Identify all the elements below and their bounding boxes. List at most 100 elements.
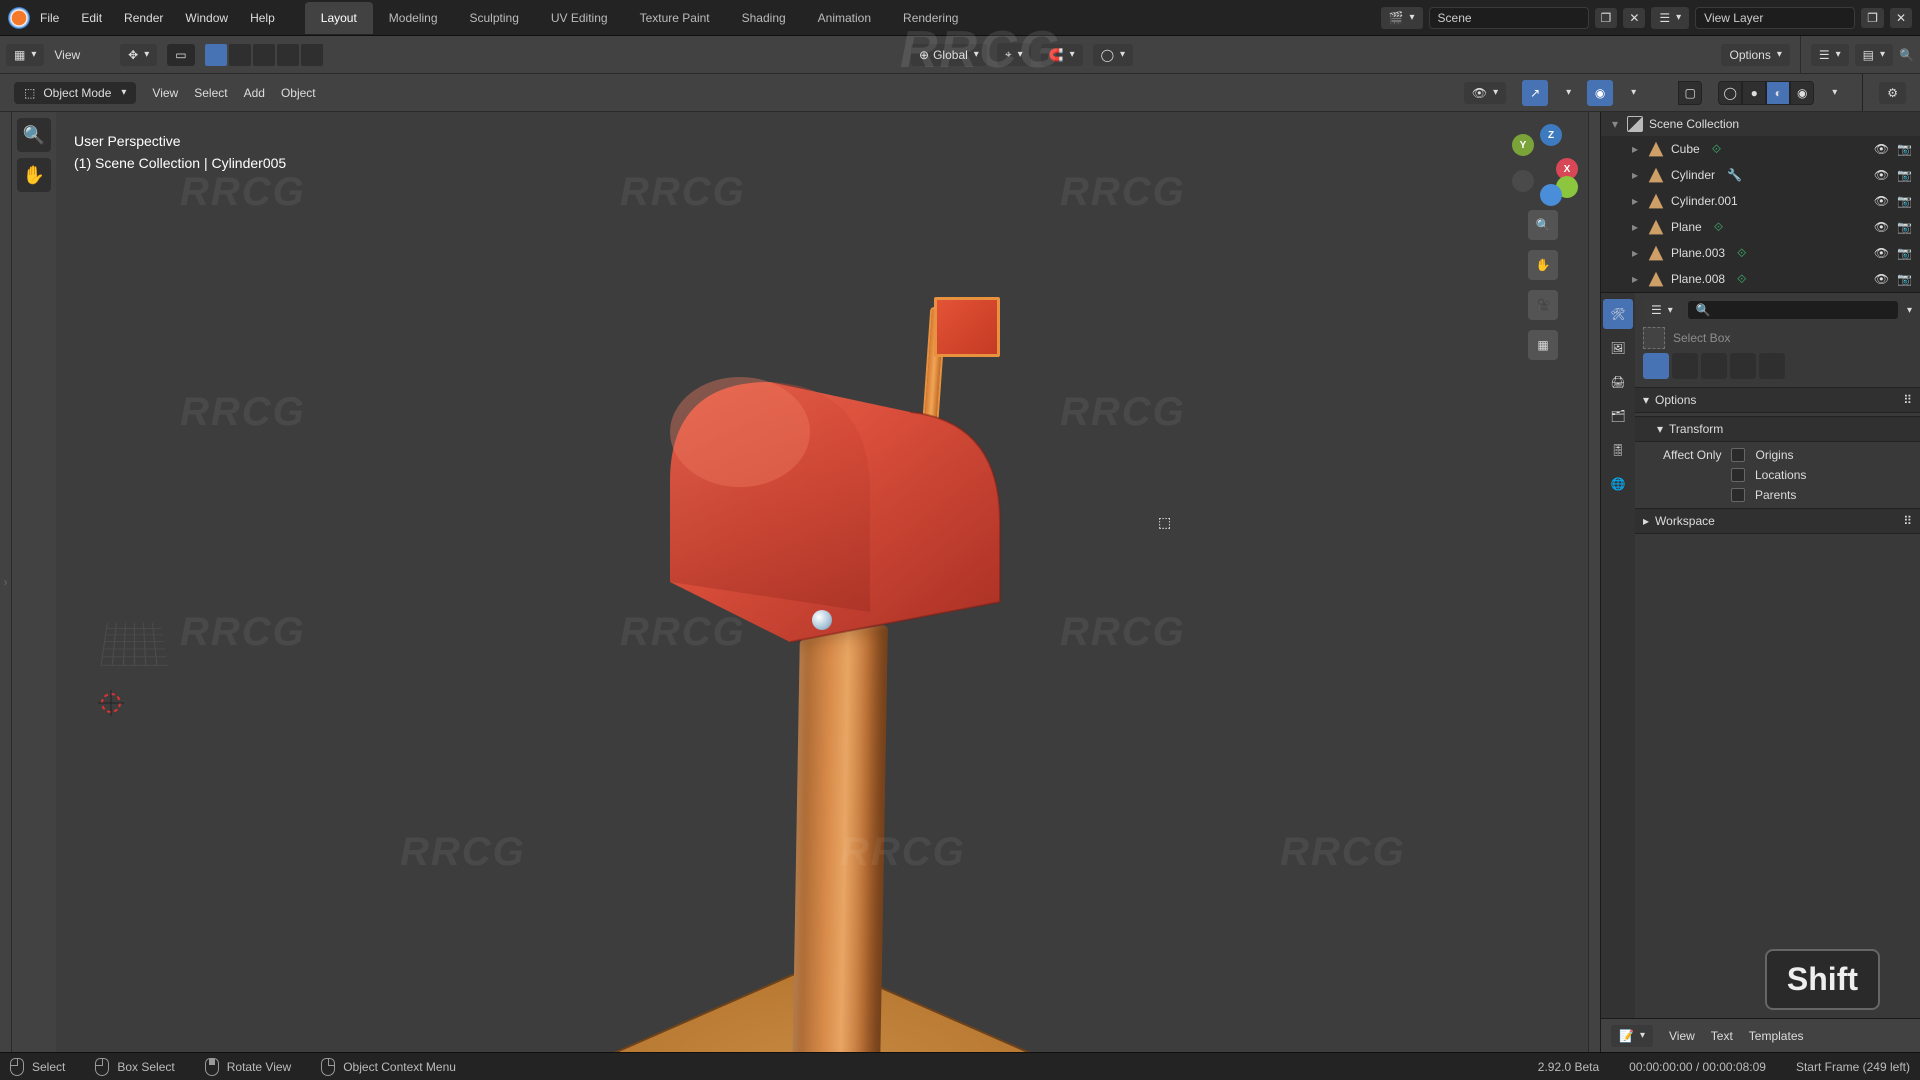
ptab-render[interactable]: 🖼 (1603, 333, 1633, 363)
options-section[interactable]: ▾Options⠿ (1635, 387, 1920, 413)
camera-icon[interactable]: 📷 (1897, 272, 1912, 286)
shading-wireframe[interactable]: ◯ (1718, 81, 1742, 105)
texteditor-type-button[interactable]: 📝▾ (1611, 1025, 1653, 1047)
menu-file[interactable]: File (40, 11, 59, 25)
outliner-item-plane[interactable]: ▸ Plane ⟐ 👁📷 (1601, 214, 1920, 240)
tab-uvediting[interactable]: UV Editing (535, 2, 624, 34)
tab-modeling[interactable]: Modeling (373, 2, 454, 34)
delete-viewlayer-button[interactable]: ✕ (1890, 8, 1912, 28)
camera-gizmo[interactable]: 🎥 (1528, 290, 1558, 320)
disclose-icon[interactable]: ▾ (1609, 117, 1621, 131)
viewport-menu-add[interactable]: Add (244, 86, 265, 100)
texteditor-menu-templates[interactable]: Templates (1749, 1029, 1804, 1043)
tab-texturepaint[interactable]: Texture Paint (624, 2, 726, 34)
scene-name-input[interactable]: Scene (1429, 7, 1589, 29)
gizmo-toggle[interactable]: ↗ (1522, 80, 1548, 106)
left-expand-handle[interactable]: › (0, 112, 12, 1052)
outliner-root[interactable]: ▾ Scene Collection (1601, 112, 1920, 136)
ptab-viewlayer[interactable]: 🗂 (1603, 401, 1633, 431)
xray-toggle[interactable]: ▢ (1678, 81, 1702, 105)
viewport-menu-object[interactable]: Object (281, 86, 316, 100)
texteditor-menu-view[interactable]: View (1669, 1029, 1695, 1043)
select-intersect-button[interactable] (301, 44, 323, 66)
eye-icon[interactable]: 👁 (1874, 246, 1889, 260)
header-view-menu[interactable]: View (54, 48, 80, 62)
proportional-edit-toggle[interactable]: ◯▾ (1093, 44, 1133, 66)
tool-zoom[interactable]: 🔍 (17, 118, 51, 152)
select-invert-button[interactable] (277, 44, 299, 66)
selmode-subtract[interactable] (1701, 353, 1727, 379)
editor-type-button[interactable]: ▦▾ (6, 44, 44, 66)
outliner-editor-type[interactable]: ☰▾ (1811, 44, 1849, 66)
menu-help[interactable]: Help (250, 11, 275, 25)
mode-selector[interactable]: ⬚ Object Mode ▾ (14, 82, 136, 104)
ptab-world[interactable]: 🌐 (1603, 469, 1633, 499)
delete-scene-button[interactable]: ✕ (1623, 8, 1645, 28)
menu-edit[interactable]: Edit (81, 11, 102, 25)
viewport-menu-select[interactable]: Select (194, 86, 227, 100)
viewlayer-name-input[interactable]: View Layer (1695, 7, 1855, 29)
zoom-gizmo[interactable]: 🔍 (1528, 210, 1558, 240)
tab-sculpting[interactable]: Sculpting (454, 2, 535, 34)
ptab-scene[interactable]: 🎚 (1603, 435, 1633, 465)
new-viewlayer-button[interactable]: ❐ (1861, 8, 1884, 28)
eye-icon[interactable]: 👁 (1874, 194, 1889, 208)
perspective-gizmo[interactable]: ▦ (1528, 330, 1558, 360)
eye-icon[interactable]: 👁 (1874, 272, 1889, 286)
snap-toggle[interactable]: 🧲▾ (1041, 44, 1083, 66)
select-extend-button[interactable] (229, 44, 251, 66)
orientation-dropdown[interactable]: ⊕ Global ▾ (911, 44, 987, 66)
camera-icon[interactable]: 📷 (1897, 142, 1912, 156)
axis-z[interactable]: Z (1540, 124, 1562, 146)
cursor-tool-button[interactable]: ✥▾ (120, 44, 157, 66)
n-panel-handle[interactable] (1588, 112, 1600, 1052)
props-search[interactable]: 🔍 (1687, 300, 1899, 320)
eye-icon[interactable]: 👁 (1874, 220, 1889, 234)
viewlayer-browse-button[interactable]: ☰▾ (1651, 7, 1689, 29)
navigation-gizmo[interactable]: Z Y X (1508, 130, 1578, 200)
shading-rendered[interactable]: ◉ (1790, 81, 1814, 105)
texteditor-menu-text[interactable]: Text (1711, 1029, 1733, 1043)
camera-icon[interactable]: 📷 (1897, 168, 1912, 182)
selmode-invert[interactable] (1730, 353, 1756, 379)
transform-section[interactable]: ▾Transform (1635, 416, 1920, 442)
outliner-item-cube[interactable]: ▸ Cube ⟐ 👁📷 (1601, 136, 1920, 162)
workspace-section[interactable]: ▸Workspace⠿ (1635, 508, 1920, 534)
3d-viewport[interactable]: User Perspective (1) Scene Collection | … (56, 112, 1588, 1052)
props-display-button[interactable]: ☰▾ (1643, 299, 1681, 321)
camera-icon[interactable]: 📷 (1897, 220, 1912, 234)
eye-icon[interactable]: 👁 (1874, 168, 1889, 182)
eye-icon[interactable]: 👁 (1874, 142, 1889, 156)
tab-layout[interactable]: Layout (305, 2, 373, 34)
tab-shading[interactable]: Shading (726, 2, 802, 34)
pivot-dropdown[interactable]: ⌖▾ (997, 43, 1031, 66)
viewport-menu-view[interactable]: View (152, 86, 178, 100)
visibility-dropdown[interactable]: 👁▾ (1464, 82, 1506, 104)
tool-pan[interactable]: ✋ (17, 158, 51, 192)
axis-y[interactable]: Y (1512, 134, 1534, 156)
menu-window[interactable]: Window (185, 11, 228, 25)
overlays-toggle[interactable]: ◉ (1587, 80, 1613, 106)
camera-icon[interactable]: 📷 (1897, 246, 1912, 260)
tab-animation[interactable]: Animation (802, 2, 887, 34)
outliner-item-cylinder001[interactable]: ▸ Cylinder.001 👁📷 (1601, 188, 1920, 214)
camera-icon[interactable]: 📷 (1897, 194, 1912, 208)
parents-checkbox[interactable] (1731, 488, 1745, 502)
locations-checkbox[interactable] (1731, 468, 1745, 482)
selmode-extend[interactable] (1672, 353, 1698, 379)
menu-render[interactable]: Render (124, 11, 163, 25)
outliner-item-plane008[interactable]: ▸ Plane.008 ⟐ 👁📷 (1601, 266, 1920, 292)
props-options-dropdown[interactable]: ▾ (1907, 305, 1912, 316)
axis-neg-x[interactable] (1512, 170, 1534, 192)
axis-neg-z-dot[interactable] (1540, 184, 1562, 206)
ptab-tool[interactable]: 🛠 (1603, 299, 1633, 329)
origins-checkbox[interactable] (1731, 448, 1745, 462)
scene-browse-button[interactable]: 🎬▾ (1381, 7, 1423, 29)
select-tool-button[interactable]: ▭ (167, 44, 194, 66)
new-scene-button[interactable]: ❐ (1595, 8, 1618, 28)
selmode-new[interactable] (1643, 353, 1669, 379)
pan-gizmo[interactable]: ✋ (1528, 250, 1558, 280)
outliner-filter-button[interactable]: ⚙ (1879, 82, 1906, 104)
outliner-item-plane003[interactable]: ▸ Plane.003 ⟐ 👁📷 (1601, 240, 1920, 266)
outliner-display-mode[interactable]: ▤▾ (1855, 44, 1893, 66)
